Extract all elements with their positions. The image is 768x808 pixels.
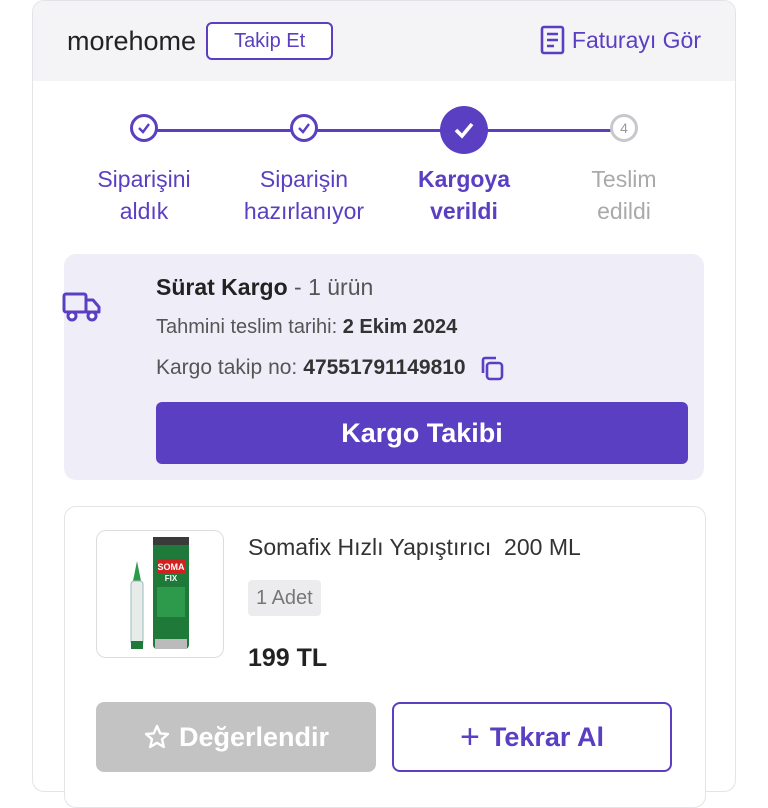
rate-button-label: Değerlendir	[178, 721, 330, 752]
delivery-date-line: Tahmini teslim tarihi: 2 Ekim 2024	[156, 316, 457, 339]
plus-icon: +	[460, 717, 480, 756]
reorder-button-label: Tekrar Al	[489, 721, 604, 752]
delivery-date: 2 Ekim 2024	[342, 316, 458, 338]
invoice-label: Faturayı Gör	[571, 26, 701, 53]
reorder-button[interactable]: + Tekrar Al	[392, 702, 672, 772]
check-icon	[130, 114, 158, 142]
view-invoice-link[interactable]: Faturayı Gör	[540, 25, 701, 55]
delivery-date-label: Tahmini teslim tarihi:	[156, 316, 343, 338]
rate-button[interactable]: Değerlendir	[96, 702, 376, 772]
cargo-company: Sürat Kargo	[156, 274, 288, 300]
step-label: Kargoya verildi	[417, 166, 511, 224]
svg-text:SOMA: SOMA	[158, 562, 186, 572]
step-label: Teslim edildi	[591, 166, 657, 224]
glue-product-image: SOMA FIX	[130, 537, 189, 649]
step-label: Siparişini aldık	[97, 166, 191, 224]
product-name[interactable]: Somafix Hızlı Yapıştırıcı 200 ML	[248, 534, 581, 561]
product-image[interactable]: SOMA FIX	[96, 530, 224, 658]
seller-name[interactable]: morehome	[67, 26, 196, 57]
step-connector	[464, 129, 624, 132]
tracking-number: 47551791149810	[303, 356, 466, 379]
svg-text:FIX: FIX	[165, 574, 178, 583]
star-icon	[144, 724, 170, 749]
quantity-badge: 1 Adet	[248, 580, 321, 616]
step-connector	[144, 129, 304, 132]
tracking-label: Kargo takip no:	[156, 356, 298, 379]
cargo-company-line: Sürat Kargo - 1 ürün	[156, 274, 373, 301]
check-icon	[290, 114, 318, 142]
cargo-tracking-button[interactable]: Kargo Takibi	[156, 402, 688, 464]
tracking-number-line: Kargo takip no: 47551791149810	[156, 354, 506, 382]
document-icon	[540, 25, 565, 55]
truck-icon	[62, 292, 101, 322]
product-price: 199 TL	[248, 644, 328, 672]
step-number: 4	[610, 114, 638, 142]
step-label: Siparişin hazırlanıyor	[243, 166, 365, 224]
follow-button[interactable]: Takip Et	[206, 22, 334, 60]
seller-header: morehome Takip Et Faturayı Gör	[33, 1, 735, 81]
copy-icon[interactable]	[478, 354, 506, 382]
cargo-item-count: - 1 ürün	[287, 274, 374, 300]
check-icon	[440, 106, 488, 154]
